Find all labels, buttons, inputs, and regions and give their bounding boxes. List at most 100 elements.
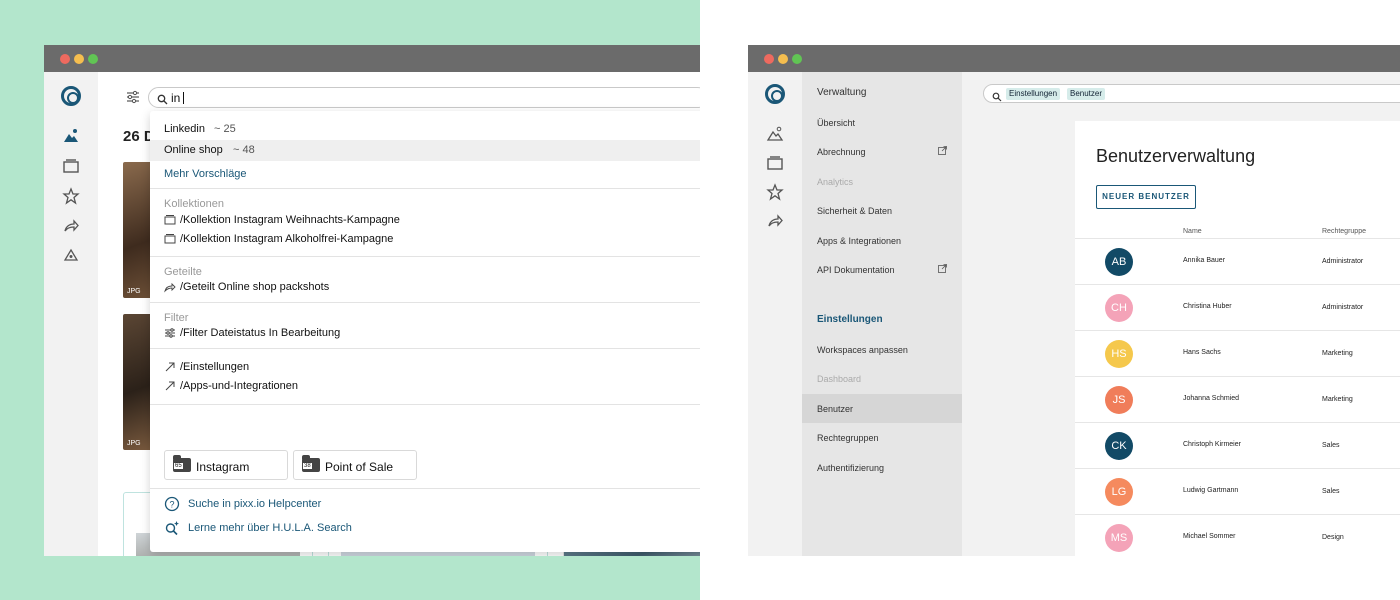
sidebar-item-apps[interactable]: Apps & Integrationen bbox=[802, 226, 962, 255]
media-icon[interactable] bbox=[62, 127, 80, 145]
text-caret bbox=[183, 92, 185, 104]
collection-icon bbox=[164, 233, 176, 245]
share-icon[interactable] bbox=[62, 217, 80, 235]
suggestion-item[interactable]: Online shop ~ 48 bbox=[150, 140, 700, 161]
share-icon[interactable] bbox=[766, 212, 784, 230]
sidebar-item-uebersicht[interactable]: Übersicht bbox=[802, 108, 962, 137]
sidebar-group-verwaltung: Verwaltung bbox=[817, 87, 867, 98]
pixxio-logo-icon[interactable] bbox=[765, 84, 785, 104]
helpcenter-link[interactable]: ? Suche in pixx.io Helpcenter bbox=[164, 496, 321, 512]
user-row[interactable]: MS Michael Sommer Design bbox=[1075, 514, 1400, 556]
sidebar-item-dashboard[interactable]: Dashboard bbox=[802, 364, 962, 393]
avatar: AB bbox=[1105, 248, 1133, 276]
user-group: Sales bbox=[1322, 442, 1340, 449]
page-link-result[interactable]: /Apps-und-Integrationen bbox=[164, 378, 298, 394]
search-query: in bbox=[171, 91, 181, 105]
star-icon[interactable] bbox=[62, 187, 80, 205]
user-row[interactable]: JS Johanna Schmied Marketing bbox=[1075, 376, 1400, 422]
folder-icon: 65 bbox=[173, 455, 191, 472]
maximize-window-button[interactable] bbox=[88, 54, 98, 64]
user-row[interactable]: HS Hans Sachs Marketing bbox=[1075, 330, 1400, 376]
hula-search-link[interactable]: Lerne mehr über H.U.L.A. Search bbox=[164, 520, 352, 536]
filter-icon[interactable] bbox=[125, 89, 141, 105]
user-name: Annika Bauer bbox=[1183, 257, 1226, 264]
external-link-icon bbox=[938, 146, 947, 155]
shared-result[interactable]: /Geteilt Online shop packshots bbox=[164, 279, 329, 295]
divider bbox=[150, 404, 700, 405]
user-name: Christina Huber bbox=[1183, 303, 1232, 310]
search-sparkle-icon bbox=[164, 520, 180, 536]
new-user-button[interactable]: NEUER BENUTZER bbox=[1096, 185, 1196, 209]
user-name: Hans Sachs bbox=[1183, 349, 1221, 356]
sidebar-item-authentifizierung[interactable]: Authentifizierung bbox=[802, 453, 962, 482]
user-row[interactable]: CH Christina Huber Administrator bbox=[1075, 284, 1400, 330]
icon-rail bbox=[44, 72, 98, 556]
folder-icon: 38 bbox=[302, 455, 320, 472]
sidebar-item-analytics[interactable]: Analytics bbox=[802, 167, 962, 196]
main-area: Einstellungen Benutzer Benutzerverwaltun… bbox=[962, 72, 1400, 556]
collection-result[interactable]: /Kollektion Instagram Weihnachts-Kampagn… bbox=[164, 212, 400, 228]
close-window-button[interactable] bbox=[764, 54, 774, 64]
divider bbox=[150, 256, 700, 257]
sidebar-item-workspaces[interactable]: Workspaces anpassen bbox=[802, 335, 962, 364]
share-icon bbox=[164, 281, 176, 293]
page-link-result[interactable]: /Einstellungen bbox=[164, 359, 249, 375]
collection-icon[interactable] bbox=[62, 157, 80, 175]
user-row[interactable]: LG Ludwig Gartmann Sales bbox=[1075, 468, 1400, 514]
suggestion-item[interactable]: Linkedin ~ 25 bbox=[150, 119, 700, 140]
search-input[interactable]: Einstellungen Benutzer bbox=[983, 84, 1400, 103]
sidebar-item-rechtegruppen[interactable]: Rechtegruppen bbox=[802, 423, 962, 452]
close-window-button[interactable] bbox=[60, 54, 70, 64]
chip-point-of-sale[interactable]: 38 Point of Sale bbox=[293, 450, 417, 480]
main-area: in 26 D JPG JPG Linkedin ~ 25 Online sho… bbox=[98, 72, 700, 556]
chip-instagram[interactable]: 65 Instagram bbox=[164, 450, 288, 480]
section-header-collections: Kollektionen bbox=[164, 198, 224, 210]
collection-result[interactable]: /Kollektion Instagram Alkoholfrei-Kampag… bbox=[164, 231, 393, 247]
asset-thumbnail[interactable]: JPG bbox=[123, 314, 153, 450]
collection-icon bbox=[164, 214, 176, 226]
avatar: CH bbox=[1105, 294, 1133, 322]
title-bar bbox=[44, 45, 700, 72]
column-header-group[interactable]: Rechtegruppe bbox=[1322, 228, 1366, 235]
column-header-name[interactable]: Name bbox=[1183, 228, 1202, 235]
user-group: Administrator bbox=[1322, 304, 1364, 311]
asset-thumbnail[interactable]: JPG bbox=[123, 162, 153, 298]
sidebar-item-sicherheit[interactable]: Sicherheit & Daten bbox=[802, 196, 962, 225]
media-icon[interactable] bbox=[766, 125, 784, 143]
maximize-window-button[interactable] bbox=[792, 54, 802, 64]
search-icon bbox=[157, 92, 168, 105]
svg-text:?: ? bbox=[169, 500, 174, 510]
page-title: Benutzerverwaltung bbox=[1096, 146, 1256, 166]
filter-result[interactable]: /Filter Dateistatus In Bearbeitung bbox=[164, 325, 340, 341]
sidebar-item-abrechnung[interactable]: Abrechnung bbox=[802, 137, 962, 166]
user-name: Michael Sommer bbox=[1183, 533, 1236, 540]
file-type-label: JPG bbox=[127, 440, 141, 447]
minimize-window-button[interactable] bbox=[778, 54, 788, 64]
avatar: JS bbox=[1105, 386, 1133, 414]
search-tag[interactable]: Benutzer bbox=[1067, 88, 1106, 100]
divider bbox=[150, 302, 700, 303]
minimize-window-button[interactable] bbox=[74, 54, 84, 64]
collection-icon[interactable] bbox=[766, 154, 784, 172]
search-window: in 26 D JPG JPG Linkedin ~ 25 Online sho… bbox=[44, 45, 700, 556]
section-header-shared: Geteilte bbox=[164, 266, 202, 278]
avatar: CK bbox=[1105, 432, 1133, 460]
pixxio-logo-icon[interactable] bbox=[61, 86, 81, 106]
sidebar-item-api[interactable]: API Dokumentation bbox=[802, 255, 962, 284]
file-type-label: JPG bbox=[127, 288, 141, 295]
divider bbox=[150, 488, 700, 489]
user-row[interactable]: CK Christoph Kirmeier Sales bbox=[1075, 422, 1400, 468]
more-suggestions-link[interactable]: Mehr Vorschläge bbox=[164, 168, 247, 180]
star-icon[interactable] bbox=[766, 183, 784, 201]
user-row[interactable]: AB Annika Bauer Administrator bbox=[1075, 238, 1400, 284]
sidebar-item-benutzer[interactable]: Benutzer bbox=[802, 394, 962, 423]
arrow-up-right-icon bbox=[164, 380, 176, 392]
admin-window: Verwaltung Übersicht Abrechnung Analytic… bbox=[748, 45, 1400, 556]
search-input[interactable]: in bbox=[148, 87, 700, 108]
user-name: Ludwig Gartmann bbox=[1183, 487, 1239, 494]
search-tag[interactable]: Einstellungen bbox=[1006, 88, 1061, 100]
section-header-filter: Filter bbox=[164, 312, 189, 324]
user-group: Marketing bbox=[1322, 396, 1353, 403]
sidebar-group-einstellungen: Einstellungen bbox=[817, 314, 883, 325]
recycle-icon[interactable] bbox=[62, 247, 80, 265]
